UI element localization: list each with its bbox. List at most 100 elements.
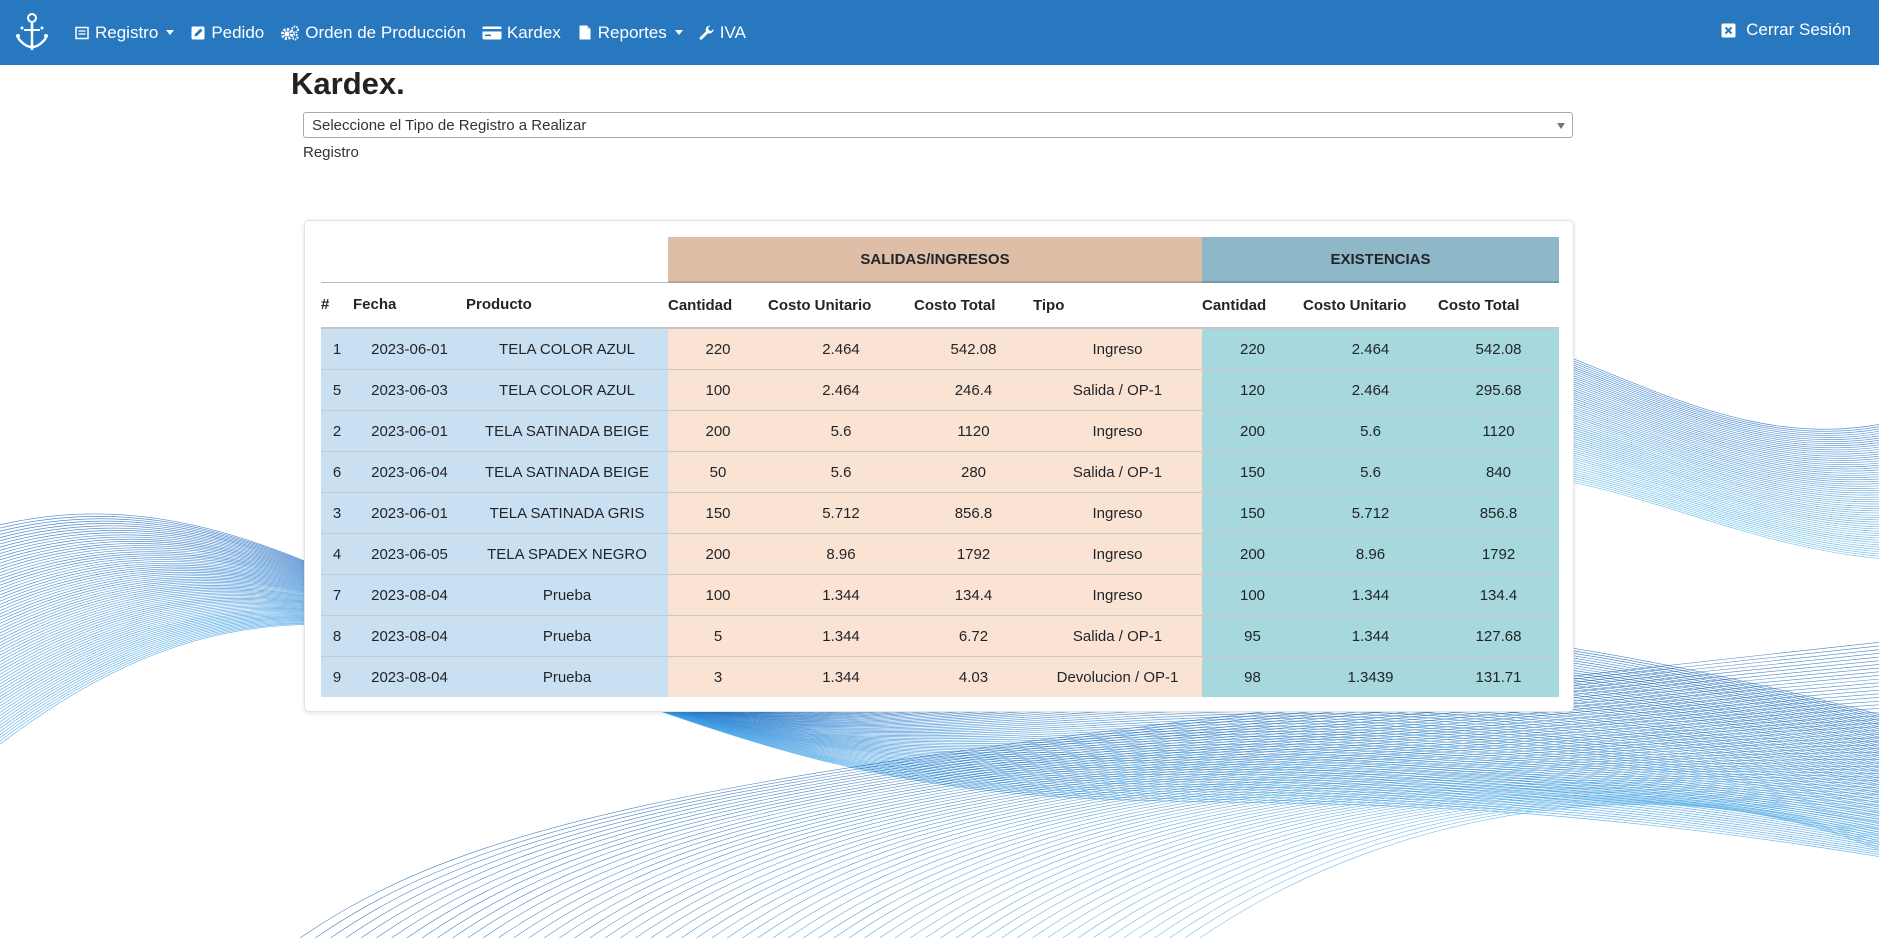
col-header-producto[interactable]: Producto [466, 282, 668, 329]
table-row[interactable]: 3 2023-06-01 TELA SATINADA GRIS 150 5.71… [321, 492, 1559, 534]
cell-existencia-costo-unitario: 2.464 [1303, 369, 1438, 411]
chevron-down-icon [166, 30, 175, 35]
cell-costo-total: 542.08 [914, 327, 1033, 370]
cell-cantidad: 50 [668, 451, 768, 493]
nav-pedido[interactable]: Pedido [190, 23, 264, 43]
cell-number: 4 [321, 533, 353, 575]
cell-costo-total: 1120 [914, 410, 1033, 452]
cell-number: 9 [321, 656, 353, 697]
cell-fecha: 2023-06-04 [353, 451, 466, 493]
cell-existencia-cantidad: 200 [1202, 533, 1303, 575]
cell-existencia-costo-unitario: 5.6 [1303, 451, 1438, 493]
group-blank [321, 237, 668, 283]
cell-fecha: 2023-06-03 [353, 369, 466, 411]
col-header-fecha[interactable]: Fecha [353, 282, 466, 329]
table-row[interactable]: 8 2023-08-04 Prueba 5 1.344 6.72 Salida … [321, 615, 1559, 657]
table-row[interactable]: 2 2023-06-01 TELA SATINADA BEIGE 200 5.6… [321, 410, 1559, 452]
register-type-select[interactable]: Seleccione el Tipo de Registro a Realiza… [303, 112, 1573, 138]
brand-logo[interactable] [12, 12, 52, 54]
cell-number: 2 [321, 410, 353, 452]
col-header-number[interactable]: # [321, 282, 353, 329]
cell-number: 1 [321, 327, 353, 370]
cell-tipo: Salida / OP-1 [1033, 369, 1202, 411]
cell-number: 3 [321, 492, 353, 534]
cell-tipo: Ingreso [1033, 574, 1202, 616]
cell-cantidad: 200 [668, 410, 768, 452]
cell-producto: TELA COLOR AZUL [466, 369, 668, 411]
cell-fecha: 2023-08-04 [353, 615, 466, 657]
kardex-card: SALIDAS/INGRESOS EXISTENCIAS # Fecha Pro… [304, 220, 1574, 712]
col-header-existencia-costo-unitario[interactable]: Costo Unitario [1303, 282, 1438, 329]
gears-icon [280, 25, 300, 41]
cell-cantidad: 150 [668, 492, 768, 534]
logout-label: Cerrar Sesión [1746, 20, 1851, 39]
cell-fecha: 2023-06-01 [353, 327, 466, 370]
cell-tipo: Ingreso [1033, 533, 1202, 575]
cell-existencia-costo-unitario: 5.712 [1303, 492, 1438, 534]
cell-costo-total: 4.03 [914, 656, 1033, 697]
cell-producto: TELA COLOR AZUL [466, 327, 668, 370]
cell-costo-unitario: 5.712 [768, 492, 914, 534]
cell-fecha: 2023-08-04 [353, 656, 466, 697]
cell-costo-unitario: 1.344 [768, 656, 914, 697]
nav-reportes[interactable]: Reportes [577, 23, 683, 43]
cell-number: 5 [321, 369, 353, 411]
card-icon [482, 25, 502, 41]
cell-existencia-cantidad: 200 [1202, 410, 1303, 452]
nav-iva[interactable]: IVA [699, 23, 746, 43]
cell-cantidad: 220 [668, 327, 768, 370]
cell-costo-unitario: 8.96 [768, 533, 914, 575]
cell-number: 7 [321, 574, 353, 616]
cell-costo-total: 246.4 [914, 369, 1033, 411]
cell-existencia-costo-unitario: 8.96 [1303, 533, 1438, 575]
col-header-cantidad[interactable]: Cantidad [668, 282, 768, 329]
cell-costo-total: 280 [914, 451, 1033, 493]
col-header-existencia-cantidad[interactable]: Cantidad [1202, 282, 1303, 329]
column-header-row: # Fecha Producto Cantidad Costo Unitario… [321, 282, 1559, 329]
register-type-select-value: Seleccione el Tipo de Registro a Realiza… [312, 117, 587, 134]
cell-existencia-costo-unitario: 1.344 [1303, 574, 1438, 616]
page-title: Kardex. [291, 66, 405, 101]
cell-producto: Prueba [466, 574, 668, 616]
cell-cantidad: 100 [668, 574, 768, 616]
top-navbar: Registro Pedido Orden de Producción Kard… [0, 0, 1879, 65]
cell-costo-unitario: 1.344 [768, 615, 914, 657]
cell-existencia-costo-total: 295.68 [1438, 369, 1559, 411]
cell-existencia-cantidad: 150 [1202, 451, 1303, 493]
col-header-existencia-costo-total[interactable]: Costo Total [1438, 282, 1559, 329]
wrench-icon [699, 25, 715, 41]
table-row[interactable]: 6 2023-06-04 TELA SATINADA BEIGE 50 5.6 … [321, 451, 1559, 493]
cell-costo-unitario: 2.464 [768, 327, 914, 370]
cell-number: 8 [321, 615, 353, 657]
col-header-tipo[interactable]: Tipo [1033, 282, 1202, 329]
col-header-costo-unitario[interactable]: Costo Unitario [768, 282, 914, 329]
nav-orden-produccion[interactable]: Orden de Producción [280, 23, 466, 43]
cell-producto: TELA SATINADA GRIS [466, 492, 668, 534]
logout-button[interactable]: Cerrar Sesión [1721, 20, 1851, 40]
table-row[interactable]: 1 2023-06-01 TELA COLOR AZUL 220 2.464 5… [321, 327, 1559, 370]
cell-cantidad: 5 [668, 615, 768, 657]
cell-costo-total: 6.72 [914, 615, 1033, 657]
file-icon [577, 25, 593, 41]
nav-pedido-label: Pedido [211, 22, 265, 42]
register-icon [74, 25, 90, 41]
table-row[interactable]: 4 2023-06-05 TELA SPADEX NEGRO 200 8.96 … [321, 533, 1559, 575]
nav-orden-produccion-label: Orden de Producción [305, 22, 466, 42]
cell-cantidad: 100 [668, 369, 768, 411]
table-row[interactable]: 9 2023-08-04 Prueba 3 1.344 4.03 Devoluc… [321, 656, 1559, 697]
cell-fecha: 2023-08-04 [353, 574, 466, 616]
cell-costo-unitario: 1.344 [768, 574, 914, 616]
cell-costo-unitario: 5.6 [768, 410, 914, 452]
cell-existencia-cantidad: 150 [1202, 492, 1303, 534]
cell-tipo: Ingreso [1033, 327, 1202, 370]
cell-costo-unitario: 5.6 [768, 451, 914, 493]
nav-registro[interactable]: Registro [74, 23, 175, 43]
col-header-costo-total[interactable]: Costo Total [914, 282, 1033, 329]
kardex-table: SALIDAS/INGRESOS EXISTENCIAS # Fecha Pro… [321, 237, 1559, 697]
cell-existencia-cantidad: 100 [1202, 574, 1303, 616]
chevron-down-icon [1557, 123, 1565, 129]
table-row[interactable]: 7 2023-08-04 Prueba 100 1.344 134.4 Ingr… [321, 574, 1559, 616]
cell-tipo: Ingreso [1033, 410, 1202, 452]
table-row[interactable]: 5 2023-06-03 TELA COLOR AZUL 100 2.464 2… [321, 369, 1559, 411]
nav-kardex[interactable]: Kardex [482, 23, 561, 43]
